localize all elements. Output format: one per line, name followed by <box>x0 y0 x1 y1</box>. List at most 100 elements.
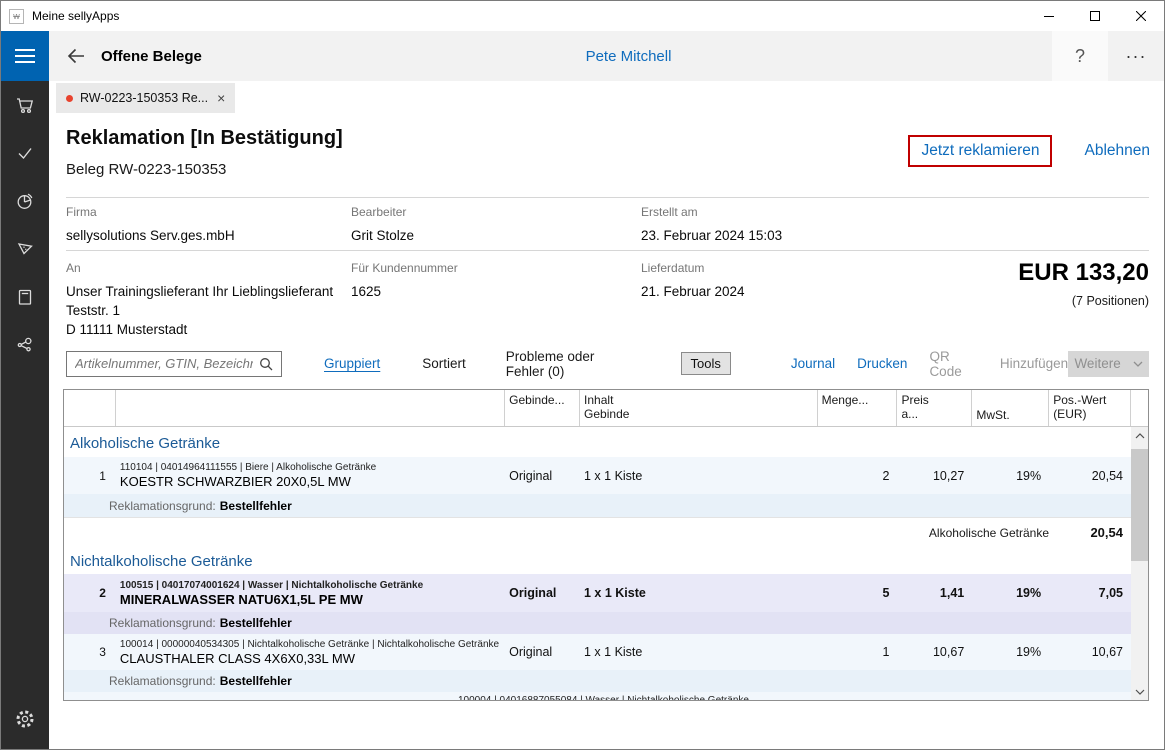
col-label: a... <box>901 407 918 421</box>
row-description: 110104 | 04014964111555 | Biere | Alkoho… <box>116 457 505 494</box>
positions-table: Gebinde... Inhalt Gebinde Menge... Preis… <box>63 389 1149 701</box>
reklamationsgrund-row: Reklamationsgrund: Bestellfehler <box>64 670 1131 692</box>
recipient-line: D 11111 Musterstadt <box>66 320 351 339</box>
vertical-scrollbar[interactable] <box>1131 427 1148 700</box>
probleme-fehler-link[interactable]: Probleme oder Fehler (0) <box>506 349 636 379</box>
col-label: (EUR) <box>1053 407 1086 421</box>
col-mwst: MwSt. <box>972 390 1049 426</box>
jetzt-reklamieren-button[interactable]: Jetzt reklamieren <box>921 142 1039 159</box>
scroll-up-icon[interactable] <box>1131 427 1148 444</box>
items-toolbar: Gruppiert Sortiert Probleme oder Fehler … <box>66 350 1149 377</box>
table-row[interactable]: 1 110104 | 04014964111555 | Biere | Alko… <box>64 457 1131 494</box>
share-icon[interactable] <box>1 321 49 369</box>
article-meta: 110104 | 04014964111555 | Biere | Alkoho… <box>120 461 376 474</box>
cart-icon[interactable] <box>1 81 49 129</box>
field-label: Für Kundennummer <box>351 261 641 275</box>
pennant-icon[interactable] <box>1 225 49 273</box>
article-name: CLAUSTHALER CLASS 4X6X0,33L MW <box>120 651 355 667</box>
cell-gebinde: Original <box>505 457 580 494</box>
article-meta: 100014 | 00000040534305 | Nichtalkoholis… <box>120 638 499 651</box>
qr-code-link[interactable]: QR Code <box>929 349 977 379</box>
sortiert-toggle[interactable]: Sortiert <box>422 356 466 371</box>
table-header: Gebinde... Inhalt Gebinde Menge... Preis… <box>64 390 1148 427</box>
scrollbar-thumb[interactable] <box>1131 449 1148 561</box>
recipient-line: Unser Trainingslieferant Ihr Lieblingsli… <box>66 282 351 301</box>
reason-label: Reklamationsgrund: <box>109 499 216 513</box>
book-icon[interactable] <box>1 273 49 321</box>
cell-preis: 10,27 <box>897 457 972 494</box>
cell-mwst: 19% <box>972 457 1049 494</box>
info-row-1: Firma sellysolutions Serv.ges.mbH Bearbe… <box>66 197 1149 251</box>
settings-gear-icon[interactable] <box>1 695 49 743</box>
gruppiert-toggle[interactable]: Gruppiert <box>324 356 380 371</box>
cell-mwst: 19% <box>972 574 1049 612</box>
row-description: 100515 | 04017074001624 | Wasser | Nicht… <box>116 574 505 612</box>
scroll-down-icon[interactable] <box>1131 683 1148 700</box>
col-pos-wert: Pos.-Wert (EUR) <box>1049 390 1131 426</box>
field-label: Bearbeiter <box>351 205 641 219</box>
cell-inhalt: 1 x 1 Kiste <box>580 457 818 494</box>
back-arrow-button[interactable] <box>61 41 91 71</box>
unsaved-dot-icon <box>66 95 73 102</box>
search-input[interactable] <box>67 356 257 371</box>
minimize-button[interactable] <box>1026 1 1072 31</box>
window-controls <box>1026 1 1164 31</box>
hinzufuegen-link[interactable]: Hinzufügen <box>1000 356 1068 371</box>
user-name-link[interactable]: Pete Mitchell <box>586 48 672 65</box>
col-description <box>116 390 505 426</box>
table-row-partial[interactable]: 100004 | 04016887055084 | Wasser | Nicht… <box>64 692 1131 700</box>
col-scrollbar-spacer <box>1131 390 1148 426</box>
maximize-button[interactable] <box>1072 1 1118 31</box>
weitere-dropdown[interactable]: Weitere <box>1068 351 1149 377</box>
cell-menge: 5 <box>818 574 898 612</box>
group-header: Nichtalkoholische Getränke <box>64 547 1131 574</box>
checkmark-icon[interactable] <box>1 129 49 177</box>
app-header: Offene Belege Pete Mitchell ? ··· <box>49 31 1164 81</box>
total-amount: EUR 133,20 <box>1018 259 1149 287</box>
journal-link[interactable]: Journal <box>791 356 835 371</box>
weitere-label: Weitere <box>1074 356 1120 371</box>
drucken-link[interactable]: Drucken <box>857 356 907 371</box>
position-count: (7 Positionen) <box>1018 294 1149 308</box>
search-icon[interactable] <box>257 357 281 371</box>
cell-inhalt: 1 x 1 Kiste <box>580 634 818 670</box>
cell-preis: 1,41 <box>897 574 972 612</box>
cell-gebinde: Original <box>505 634 580 670</box>
reklamationsgrund-row: Reklamationsgrund: Bestellfehler <box>64 612 1131 634</box>
pie-chart-icon[interactable] <box>1 177 49 225</box>
article-meta: 100515 | 04017074001624 | Wasser | Nicht… <box>120 579 423 592</box>
col-preis: Preis a... <box>897 390 972 426</box>
tab-label: RW-0223-150353 Re... <box>80 91 208 105</box>
cell-gebinde: Original <box>505 574 580 612</box>
col-number <box>64 390 116 426</box>
table-body: Alkoholische Getränke 1 110104 | 0401496… <box>64 427 1148 700</box>
document-total: EUR 133,20 (7 Positionen) <box>1018 259 1149 308</box>
document-title: Reklamation [In Bestätigung] <box>66 127 343 150</box>
search-box <box>66 351 282 377</box>
ablehnen-button[interactable]: Ablehnen <box>1084 142 1150 160</box>
help-icon[interactable]: ? <box>1052 31 1108 81</box>
app-logo-icon: w <box>9 9 24 24</box>
table-row-selected[interactable]: 2 100515 | 04017074001624 | Wasser | Nic… <box>64 574 1131 612</box>
document-tab[interactable]: RW-0223-150353 Re... × <box>56 83 235 113</box>
tools-button[interactable]: Tools <box>681 352 731 375</box>
more-options-icon[interactable]: ··· <box>1108 31 1164 81</box>
field-erstellt-am: Erstellt am 23. Februar 2024 15:03 <box>641 205 1149 250</box>
reason-value: Bestellfehler <box>220 499 292 513</box>
tab-close-icon[interactable]: × <box>217 90 225 106</box>
cell-menge: 2 <box>818 457 898 494</box>
col-gebinde: Gebinde... <box>505 390 580 426</box>
reklamationsgrund-row: Reklamationsgrund: Bestellfehler <box>64 494 1131 517</box>
col-label: Pos.-Wert <box>1053 393 1106 407</box>
annotation-box: Jetzt reklamieren <box>908 135 1052 167</box>
col-label: Gebinde <box>584 407 629 421</box>
document-view: Reklamation [In Bestätigung] Beleg RW-02… <box>49 113 1164 749</box>
cell-pos-wert: 10,67 <box>1049 634 1131 670</box>
page-title: Offene Belege <box>101 48 202 65</box>
row-number: 1 <box>64 457 116 494</box>
table-row[interactable]: 3 100014 | 00000040534305 | Nichtalkohol… <box>64 634 1131 670</box>
col-label: Preis <box>901 393 928 407</box>
reason-label: Reklamationsgrund: <box>109 674 216 688</box>
close-button[interactable] <box>1118 1 1164 31</box>
hamburger-menu-button[interactable] <box>1 31 49 81</box>
